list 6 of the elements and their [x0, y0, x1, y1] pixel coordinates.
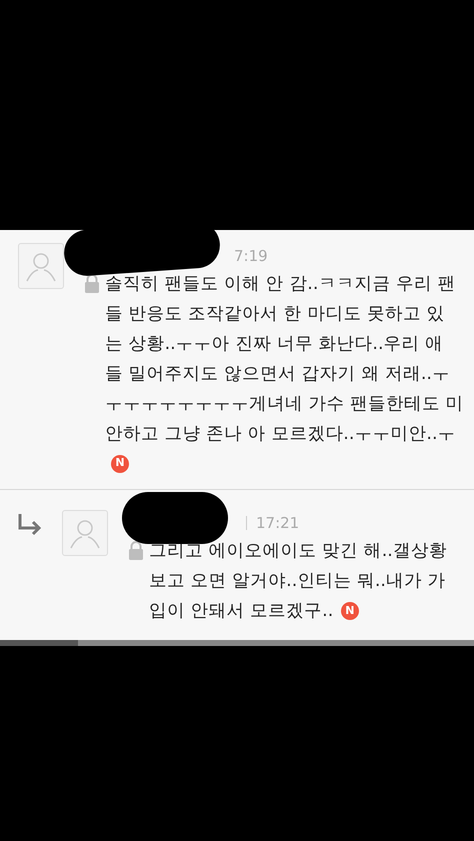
comment-text: 그리고 에이오에이도 맞긴 해..갤상황 보고 오면 알거야..인티는 뭐..내가 가 입이 안돼서 모르겠구.. N — [149, 540, 447, 623]
comment-time: 7:19 — [234, 246, 268, 267]
new-badge: N — [340, 602, 359, 620]
new-badge: N — [111, 454, 129, 473]
comment-time: 17:21 — [256, 512, 300, 534]
comment-text: 솔직히 팬들도 이해 안 감..ㅋㅋ지금 우리 팬 들 반응도 조작같아서 한 마디도 못하고 있 는 상황..ㅜㅜ아 진짜 너무 화난다..우리 애 들 밀어주지도 않으면서 갑자기 왜 저래..ㅜ ㅜㅜㅜㅜㅜㅜㅜㅜ게녀네 가수 팬들한테도 미 안하고 그냥 존나 아 모르겠다..ㅜㅜ미안..ㅜ — [105, 273, 464, 446]
